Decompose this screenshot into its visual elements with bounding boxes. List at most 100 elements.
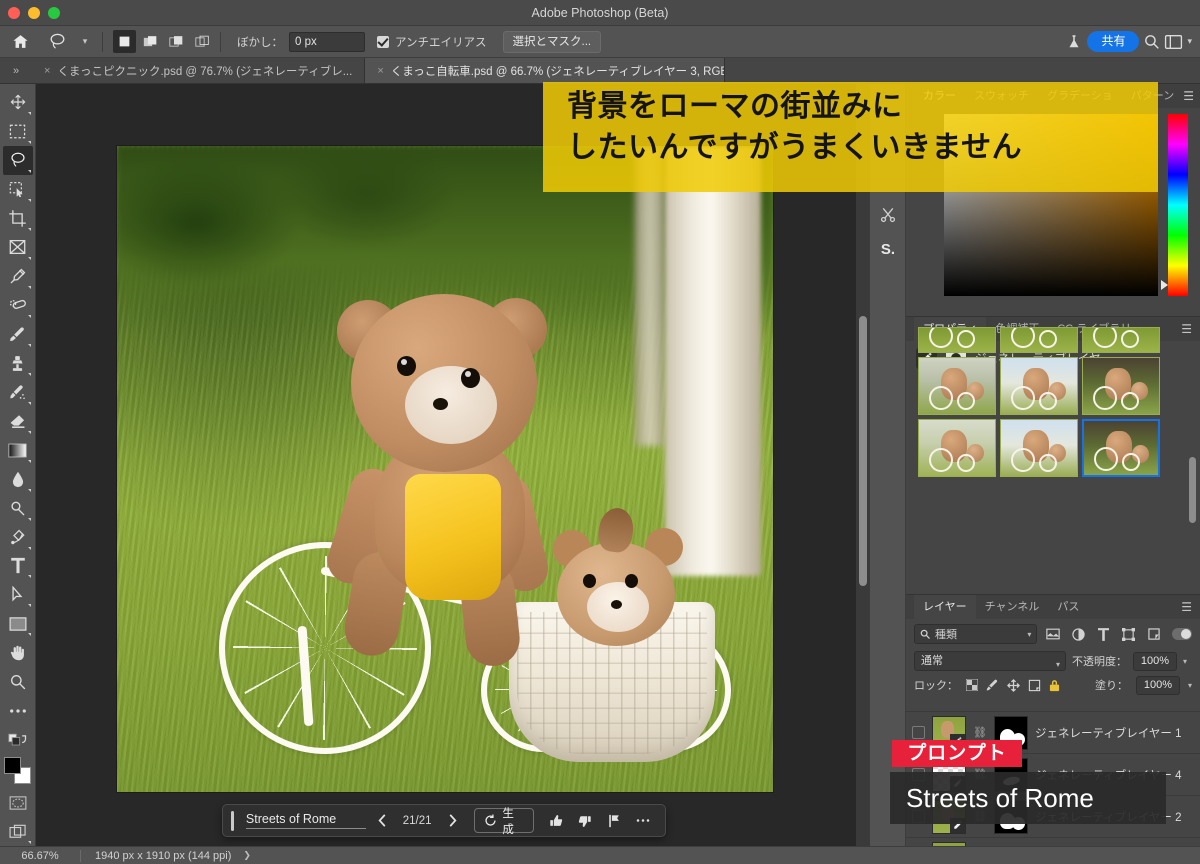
document-tab-2[interactable]: × くまっこ自転車.psd @ 66.7% (ジェネレーティブレイヤー 3, R…	[365, 58, 726, 83]
pixel-filter-icon[interactable]	[1042, 624, 1062, 644]
rectangle-icon[interactable]	[3, 609, 33, 638]
opacity-chevron-down-icon[interactable]: ▾	[1183, 657, 1187, 666]
intersect-with-selection-button[interactable]	[191, 30, 214, 53]
default-colors-icon[interactable]	[3, 725, 33, 754]
chevron-right-icon[interactable]: ❯	[231, 850, 251, 861]
variation-thumbnail[interactable]	[1000, 357, 1078, 415]
lock-position-icon[interactable]	[1007, 678, 1020, 692]
clone-stamp-icon[interactable]	[3, 349, 33, 378]
blur-droplet-icon[interactable]	[3, 465, 33, 494]
object-selection-icon[interactable]	[3, 175, 33, 204]
fill-chevron-down-icon[interactable]: ▾	[1188, 681, 1192, 690]
flag-icon[interactable]	[601, 809, 628, 833]
lasso-icon[interactable]	[40, 32, 74, 51]
workspace-icon[interactable]	[1164, 34, 1183, 50]
tab-layers[interactable]: レイヤー	[914, 595, 976, 619]
chevrons-right-icon[interactable]: »	[0, 58, 32, 83]
new-selection-button[interactable]	[113, 30, 136, 53]
chevron-right-icon[interactable]	[439, 809, 466, 833]
chevron-left-icon[interactable]	[368, 809, 395, 833]
variation-thumbnail[interactable]	[918, 327, 996, 353]
properties-scrollbar-thumb[interactable]	[1189, 457, 1196, 523]
generative-fill-taskbar[interactable]: Streets of Rome 21/21 生成	[222, 804, 666, 837]
layers-panel-tabs[interactable]: レイヤー チャンネル パス ☰	[906, 595, 1200, 619]
variation-thumbnail[interactable]	[918, 357, 996, 415]
thumbs-up-icon[interactable]	[542, 809, 569, 833]
ellipsis-icon[interactable]	[3, 696, 33, 725]
crop-icon[interactable]	[3, 204, 33, 233]
hamburger-icon[interactable]: ☰	[1181, 322, 1200, 336]
canvas-vertical-scrollbar[interactable]	[856, 84, 870, 846]
layer-filter-select[interactable]: 種類 ▾	[914, 624, 1038, 644]
workspace-chevron-down-icon[interactable]: ▾	[1187, 36, 1192, 47]
home-icon[interactable]	[0, 33, 40, 50]
gradient-icon[interactable]	[3, 436, 33, 465]
type-filter-icon[interactable]	[1093, 624, 1113, 644]
smart-object-filter-icon[interactable]	[1144, 624, 1164, 644]
tab-paths[interactable]: パス	[1048, 595, 1088, 619]
layer-visibility-toggle[interactable]	[912, 726, 925, 739]
tab-channels[interactable]: チャンネル	[976, 595, 1049, 619]
rectangular-marquee-icon[interactable]	[3, 117, 33, 146]
scissors-icon[interactable]	[870, 198, 906, 232]
select-and-mask-button[interactable]: 選択とマスク...	[502, 30, 602, 53]
variation-thumbnail[interactable]	[1082, 357, 1160, 415]
blend-mode-select[interactable]: 通常 ▾	[914, 651, 1066, 671]
variation-thumbnail[interactable]	[1082, 327, 1160, 353]
taskbar-drag-handle[interactable]	[231, 810, 234, 831]
add-to-selection-button[interactable]	[139, 30, 162, 53]
lock-artboard-icon[interactable]	[1028, 679, 1041, 692]
search-icon[interactable]	[1143, 33, 1160, 50]
thumbs-down-icon[interactable]	[571, 809, 598, 833]
variation-thumbnail[interactable]	[1000, 419, 1078, 477]
color-swatches[interactable]	[3, 756, 33, 788]
opacity-input[interactable]: 100%	[1133, 651, 1177, 671]
pen-icon[interactable]	[3, 523, 33, 552]
subtract-from-selection-button[interactable]	[165, 30, 188, 53]
generate-button[interactable]: 生成	[474, 808, 535, 836]
feather-input[interactable]: 0 px	[289, 31, 365, 52]
close-icon[interactable]: ×	[377, 65, 383, 77]
generation-prompt-text[interactable]: Streets of Rome	[245, 812, 366, 829]
variations-grid[interactable]	[918, 327, 1170, 477]
zoom-level[interactable]: 66.67%	[0, 850, 80, 862]
selection-mode-group[interactable]	[113, 30, 214, 53]
magnifier-icon[interactable]	[3, 667, 33, 696]
fill-input[interactable]: 100%	[1135, 675, 1180, 695]
path-selection-arrow-icon[interactable]	[3, 580, 33, 609]
hand-icon[interactable]	[3, 638, 33, 667]
hue-slider[interactable]	[1168, 114, 1188, 296]
variation-thumbnail[interactable]	[918, 419, 996, 477]
scrollbar-thumb[interactable]	[859, 316, 867, 586]
lock-image-pixels-icon[interactable]	[986, 679, 999, 692]
hamburger-icon[interactable]: ☰	[1183, 89, 1200, 103]
frame-icon[interactable]	[3, 233, 33, 262]
link-mask-icon[interactable]: ⛓	[973, 726, 987, 739]
lasso-tool[interactable]	[2, 145, 33, 175]
variation-thumbnail-selected[interactable]	[1082, 419, 1160, 477]
close-icon[interactable]: ×	[44, 65, 50, 77]
eyedropper-icon[interactable]	[3, 262, 33, 291]
quick-mask-icon[interactable]	[3, 788, 33, 817]
dodge-icon[interactable]	[3, 494, 33, 523]
screen-mode-icon[interactable]	[3, 817, 33, 846]
filter-toggle[interactable]	[1171, 628, 1192, 640]
flask-icon[interactable]	[1065, 33, 1083, 51]
chevron-down-icon[interactable]: ▾	[1027, 630, 1031, 639]
healing-brush-icon[interactable]	[3, 291, 33, 320]
adjustment-filter-icon[interactable]	[1068, 624, 1088, 644]
move-tool[interactable]	[3, 88, 33, 117]
ellipsis-icon[interactable]	[630, 809, 657, 833]
history-brush-icon[interactable]	[3, 378, 33, 407]
variation-thumbnail[interactable]	[1000, 327, 1078, 353]
shape-filter-icon[interactable]	[1119, 624, 1139, 644]
lock-all-icon[interactable]	[1049, 679, 1060, 692]
stock-s-icon[interactable]: S.	[870, 232, 906, 266]
brush-icon[interactable]	[3, 320, 33, 349]
tool-preset-chevron-down-icon[interactable]: ▾	[74, 36, 96, 47]
canvas-area[interactable]	[36, 84, 870, 846]
antialias-checkbox[interactable]	[377, 35, 389, 48]
lock-transparent-pixels-icon[interactable]	[966, 679, 978, 691]
document-tab-1[interactable]: × くまっこピクニック.psd @ 76.7% (ジェネレーティブレ...	[32, 58, 366, 83]
eraser-icon[interactable]	[3, 407, 33, 436]
